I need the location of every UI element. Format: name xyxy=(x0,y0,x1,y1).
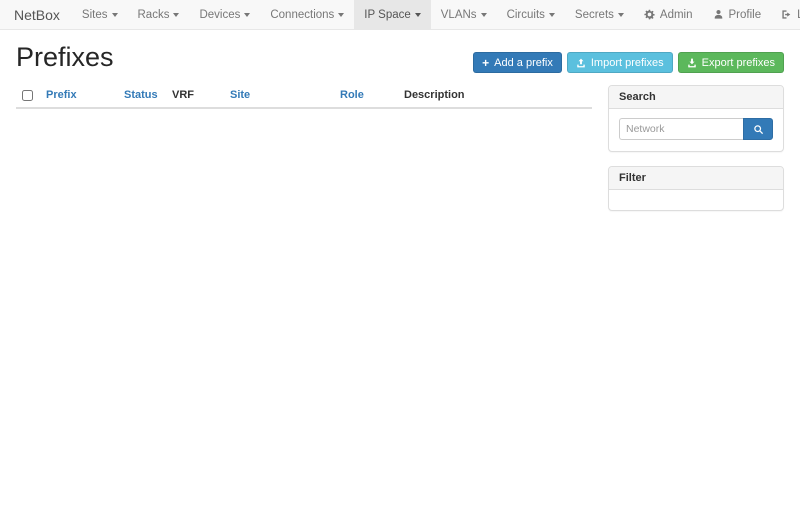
nav-item-label: Connections xyxy=(270,9,334,21)
column-header-role[interactable]: Role xyxy=(334,83,398,108)
nav-item-profile[interactable]: Profile xyxy=(703,0,772,29)
chevron-down-icon xyxy=(549,13,555,17)
chevron-down-icon xyxy=(618,13,624,17)
search-icon xyxy=(753,124,764,135)
nav-item-secrets[interactable]: Secrets xyxy=(565,0,634,29)
filter-panel: Filter xyxy=(608,166,784,211)
page-head: + Add a prefix Import prefixes Export pr… xyxy=(16,42,784,73)
search-panel: Search xyxy=(608,85,784,152)
select-all-checkbox[interactable] xyxy=(22,90,33,101)
search-button[interactable] xyxy=(743,118,773,140)
chevron-down-icon xyxy=(112,13,118,17)
nav-item-ip-space[interactable]: IP Space xyxy=(354,0,430,29)
add-prefix-button[interactable]: + Add a prefix xyxy=(473,52,562,73)
table-header-row: PrefixStatusVRFSiteRoleDescription xyxy=(16,83,592,108)
import-prefixes-button[interactable]: Import prefixes xyxy=(567,52,673,73)
nav-item-label: Racks xyxy=(138,9,170,21)
plus-icon: + xyxy=(482,57,489,69)
nav-item-vlans[interactable]: VLANs xyxy=(431,0,497,29)
chevron-down-icon xyxy=(244,13,250,17)
download-icon xyxy=(687,58,697,68)
nav-item-logout[interactable]: Log out xyxy=(771,0,800,29)
navbar: NetBox Sites Racks Devices Connections IP Sp… xyxy=(0,0,800,30)
search-input[interactable] xyxy=(619,118,743,140)
user-icon xyxy=(713,9,724,20)
prefix-table: PrefixStatusVRFSiteRoleDescription xyxy=(16,83,592,109)
upload-icon xyxy=(576,58,586,68)
search-panel-title: Search xyxy=(609,86,783,109)
gear-icon xyxy=(644,9,655,20)
nav-item-sites[interactable]: Sites xyxy=(72,0,128,29)
nav-item-label: Admin xyxy=(660,9,693,21)
chevron-down-icon xyxy=(338,13,344,17)
nav-item-connections[interactable]: Connections xyxy=(260,0,354,29)
toolbar: + Add a prefix Import prefixes Export pr… xyxy=(473,52,784,73)
column-header-prefix[interactable]: Prefix xyxy=(40,83,118,108)
chevron-down-icon xyxy=(173,13,179,17)
nav-item-racks[interactable]: Racks xyxy=(128,0,190,29)
column-header-site[interactable]: Site xyxy=(224,83,334,108)
nav-item-label: Sites xyxy=(82,9,108,21)
nav-item-circuits[interactable]: Circuits xyxy=(497,0,565,29)
nav-item-label: Secrets xyxy=(575,9,614,21)
nav-menu: Sites Racks Devices Connections IP Space VLAN… xyxy=(72,0,634,29)
chevron-down-icon xyxy=(415,13,421,17)
nav-item-label: IP Space xyxy=(364,9,410,21)
nav-item-label: Profile xyxy=(729,9,762,21)
filter-panel-title: Filter xyxy=(609,167,783,190)
chevron-down-icon xyxy=(481,13,487,17)
prefix-table-container: PrefixStatusVRFSiteRoleDescription xyxy=(16,83,592,109)
column-header-description: Description xyxy=(398,83,592,108)
nav-item-label: Devices xyxy=(199,9,240,21)
nav-item-devices[interactable]: Devices xyxy=(189,0,260,29)
nav-right: Admin Profile Log out xyxy=(634,0,800,29)
column-header-status[interactable]: Status xyxy=(118,83,166,108)
nav-item-label: VLANs xyxy=(441,9,477,21)
nav-item-label: Circuits xyxy=(507,9,545,21)
logout-icon xyxy=(781,9,792,20)
filter-form xyxy=(609,190,783,210)
export-prefixes-button[interactable]: Export prefixes xyxy=(678,52,784,73)
column-header-vrf: VRF xyxy=(166,83,224,108)
brand-logo[interactable]: NetBox xyxy=(14,0,60,29)
nav-item-admin[interactable]: Admin xyxy=(634,0,703,29)
sidebar: Search Filter xyxy=(608,83,784,225)
